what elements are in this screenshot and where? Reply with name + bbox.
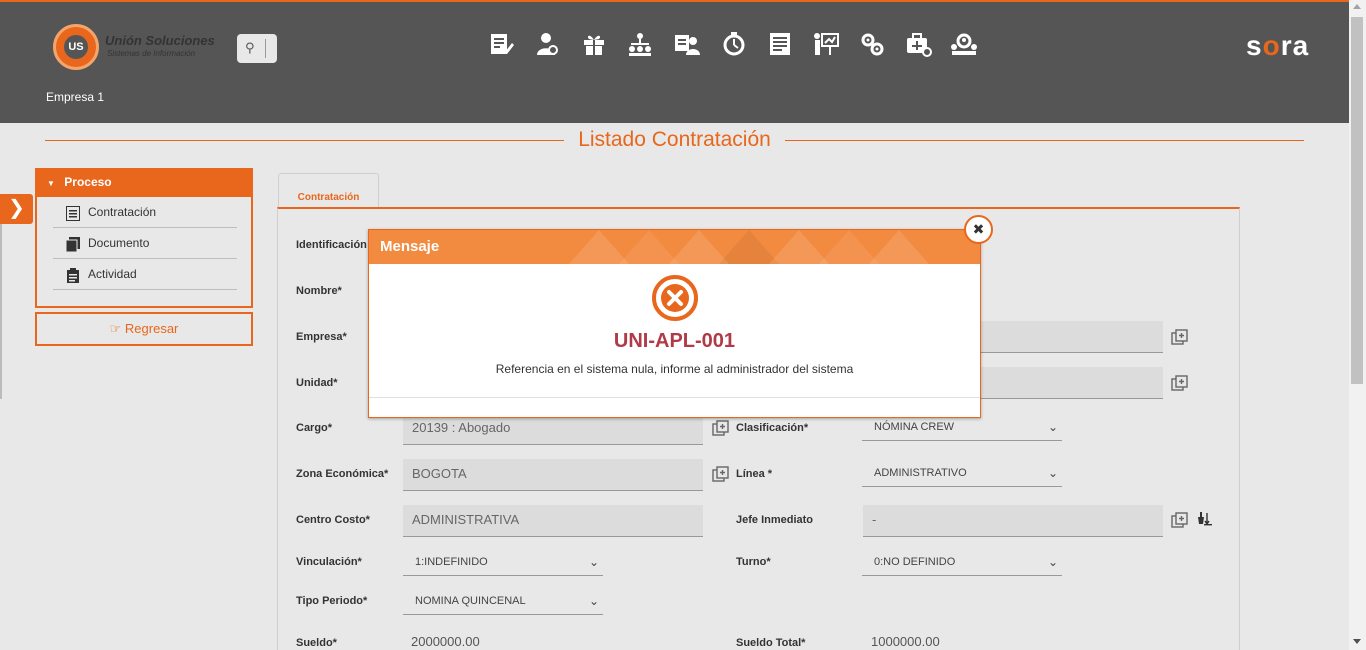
user-settings-icon[interactable] (533, 30, 563, 60)
clear-eraser-icon[interactable] (1195, 509, 1213, 527)
dialog-title: Mensaje (380, 238, 440, 255)
nombre-label: Nombre* (296, 285, 342, 297)
turno-select[interactable]: 0:NO DEFINIDO ⌄ (862, 549, 1062, 576)
identificacion-label: Identificación (296, 239, 367, 251)
back-hand-icon: ☞ (109, 321, 122, 336)
menu-header-proceso[interactable]: ▼ Proceso (37, 170, 251, 197)
tipo-periodo-label: Tipo Periodo* (296, 595, 368, 607)
clasificacion-value: NÓMINA CREW (874, 421, 955, 433)
medical-kit-icon[interactable] (904, 30, 934, 60)
org-chart-icon[interactable] (626, 30, 656, 60)
company-name: Empresa 1 (46, 90, 105, 104)
caret-down-icon: ▼ (47, 179, 55, 188)
gift-icon[interactable] (580, 30, 610, 60)
scroll-down-icon[interactable] (1353, 639, 1361, 644)
presentation-icon[interactable] (812, 30, 842, 60)
sueldo-total-value[interactable]: 1000000.00 (871, 634, 940, 649)
back-button[interactable]: ☞ Regresar (35, 312, 253, 346)
back-button-label: Regresar (124, 321, 179, 336)
tab-contratacion[interactable]: Contratación (278, 173, 379, 209)
page-title: Listado Contratación (578, 128, 771, 151)
message-dialog: Mensaje UNI-APL-001 Referencia en el sis… (368, 229, 981, 418)
turno-label: Turno* (736, 556, 771, 568)
chevron-down-icon: ⌄ (1047, 555, 1058, 569)
clasificacion-select[interactable]: NÓMINA CREW ⌄ (862, 414, 1062, 441)
sueldo-label: Sueldo* (296, 637, 337, 649)
scroll-thumb[interactable] (1351, 17, 1363, 384)
logo-badge-icon: US (53, 24, 99, 70)
close-icon: ✖ (972, 221, 985, 237)
unidad-label: Unidad* (296, 377, 338, 389)
lookup-icon[interactable] (712, 420, 730, 438)
scroll-up-icon[interactable] (1353, 4, 1361, 9)
chevron-down-icon: ⌄ (588, 555, 599, 569)
chevron-down-icon: ⌄ (1047, 466, 1058, 480)
process-menu: ▼ Proceso Contratación Documento Activid… (35, 168, 253, 308)
sueldo-value[interactable]: 2000000.00 (411, 634, 480, 649)
clasificacion-label: Clasificación* (736, 422, 809, 434)
page-scrollbar[interactable] (1349, 0, 1366, 650)
error-circle-icon (652, 275, 698, 321)
sidebar-item-actividad[interactable]: Actividad (53, 259, 237, 290)
zona-economica-field[interactable]: BOGOTA (403, 459, 703, 491)
sidebar-edge (0, 224, 2, 399)
turno-value: 0:NO DEFINIDO (874, 556, 956, 568)
edit-document-icon[interactable] (487, 30, 517, 60)
search-button[interactable]: ⚲ (237, 34, 277, 63)
dialog-footer-divider (369, 397, 980, 398)
sidebar-item-label: Documento (88, 236, 150, 250)
sora-brand: sora (1246, 30, 1310, 61)
sidebar-item-documento[interactable]: Documento (53, 228, 237, 259)
logo-title: Unión Soluciones (105, 33, 215, 48)
chevron-down-icon: ⌄ (588, 594, 599, 608)
sidebar-item-label: Actividad (88, 267, 137, 281)
user-badge-icon[interactable] (673, 30, 703, 60)
lookup-icon[interactable] (1171, 329, 1189, 347)
document-icon (66, 237, 80, 252)
lookup-icon[interactable] (1171, 512, 1189, 530)
cargo-label: Cargo* (296, 422, 333, 434)
jefe-inmediato-label: Jefe Inmediato (736, 514, 814, 526)
team-search-icon[interactable] (950, 30, 980, 60)
vinculacion-value: 1:INDEFINIDO (415, 556, 488, 568)
error-message: Referencia en el sistema nula, informe a… (495, 362, 854, 376)
chevron-down-icon: ⌄ (1047, 420, 1058, 434)
top-header: US Unión Soluciones Sistemas de Informac… (0, 0, 1366, 123)
tipo-periodo-value: NOMINA QUINCENAL (415, 595, 526, 607)
sueldo-total-label: Sueldo Total* (736, 637, 806, 649)
linea-value: ADMINISTRATIVO (874, 467, 967, 479)
centro-costo-field[interactable]: ADMINISTRATIVA (403, 505, 703, 537)
zona-economica-label: Zona Económica* (296, 468, 389, 480)
sidebar-toggle-button[interactable]: ❯ (0, 194, 33, 224)
vinculacion-select[interactable]: 1:INDEFINIDO ⌄ (403, 549, 603, 576)
lookup-icon[interactable] (1171, 375, 1189, 393)
union-soluciones-logo[interactable]: US Unión Soluciones Sistemas de Informac… (53, 24, 233, 70)
jefe-inmediato-field[interactable]: - (863, 505, 1163, 537)
error-code: UNI-APL-001 (613, 330, 736, 352)
gears-icon[interactable] (858, 30, 888, 60)
centro-costo-label: Centro Costo* (296, 514, 370, 526)
search-icon: ⚲ (245, 40, 255, 55)
linea-label: Línea * (736, 468, 773, 480)
dialog-header: Mensaje (369, 230, 980, 264)
dialog-close-button[interactable]: ✖ (964, 215, 993, 244)
sidebar-item-contratacion[interactable]: Contratación (53, 197, 237, 228)
tipo-periodo-select[interactable]: NOMINA QUINCENAL ⌄ (403, 588, 603, 615)
list-icon (66, 206, 80, 221)
empresa-field[interactable] (978, 321, 1163, 353)
unidad-field[interactable] (978, 367, 1163, 399)
logo-tagline: Sistemas de Información (107, 49, 196, 58)
clipboard-icon (67, 268, 79, 283)
report-list-icon[interactable] (766, 30, 796, 60)
lookup-icon[interactable] (712, 466, 730, 484)
sidebar-item-label: Contratación (88, 205, 157, 219)
stopwatch-icon[interactable] (719, 30, 749, 60)
empresa-label: Empresa* (296, 331, 347, 343)
chevron-right-icon: ❯ (8, 197, 25, 219)
page-title-bar: Listado Contratación (45, 128, 1304, 152)
menu-header-label: Proceso (64, 175, 112, 189)
vinculacion-label: Vinculación* (296, 556, 362, 568)
linea-select[interactable]: ADMINISTRATIVO ⌄ (862, 460, 1062, 487)
